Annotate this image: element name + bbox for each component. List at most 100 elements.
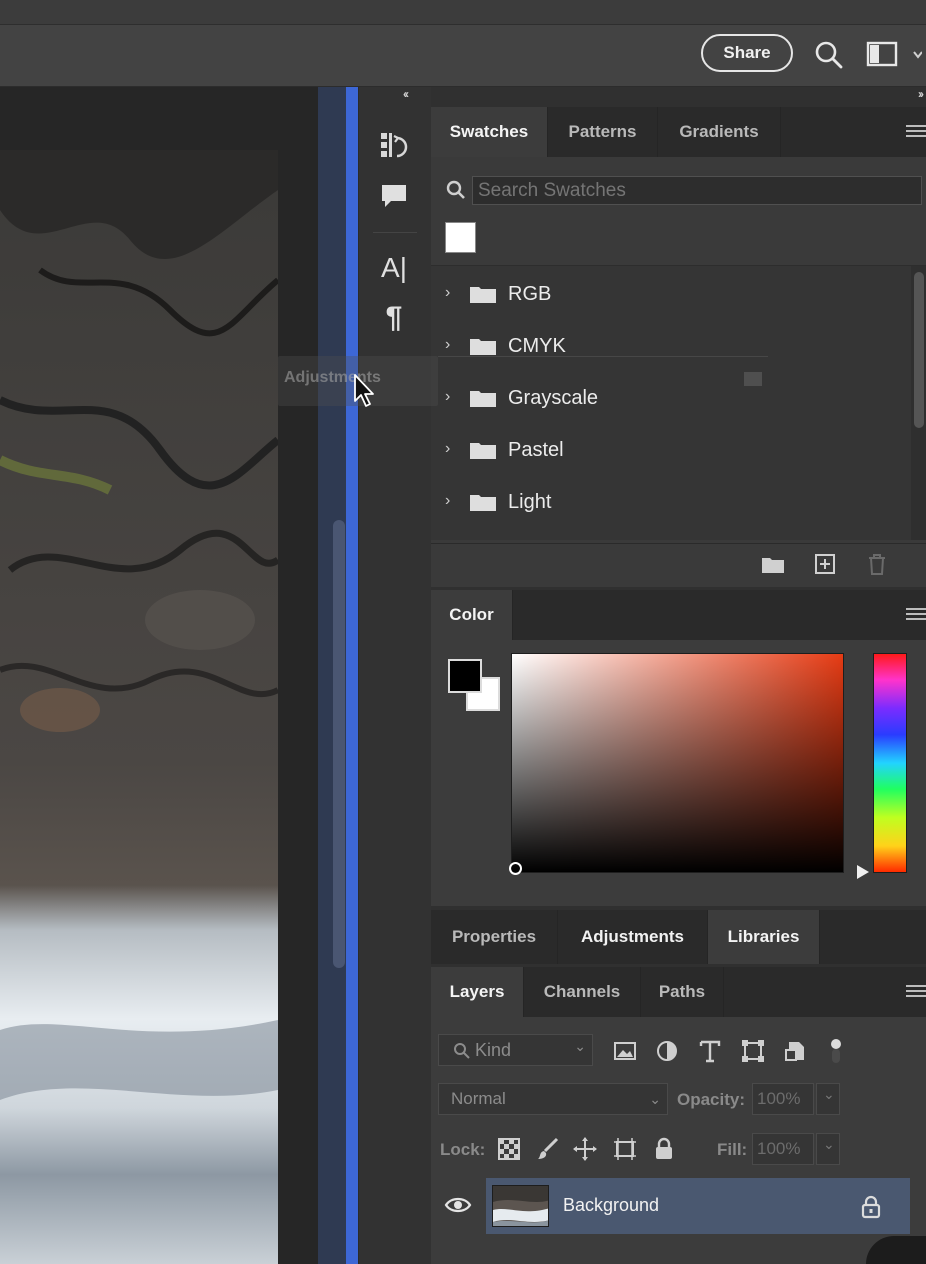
swatch-group-label: RGB	[508, 283, 552, 305]
folder-icon	[470, 495, 496, 511]
layer-lock-icon[interactable]	[860, 1195, 882, 1219]
swatch-group-label: Pastel	[508, 439, 564, 461]
color-panel-menu-icon[interactable]	[906, 608, 926, 622]
dock-separator	[373, 232, 417, 233]
expand-panels-arrows[interactable]: ››	[918, 87, 924, 101]
swatch-group-grayscale[interactable]: › Grayscale	[431, 373, 911, 423]
tab-color[interactable]: Color	[431, 590, 513, 640]
tab-adjustments[interactable]: Adjustments	[558, 910, 708, 964]
lock-artboard-icon[interactable]	[612, 1136, 638, 1162]
paragraph-icon[interactable]: ¶	[377, 301, 411, 335]
history-icon[interactable]	[377, 129, 411, 163]
swatches-panel-menu-icon[interactable]	[906, 125, 926, 139]
type-layer-filter-icon[interactable]	[697, 1038, 723, 1064]
document-image	[0, 150, 278, 1264]
saturation-brightness-field[interactable]	[511, 653, 844, 873]
properties-tab-bar: Properties Adjustments Libraries	[431, 910, 926, 964]
swatches-footer	[431, 543, 926, 587]
tab-swatches[interactable]: Swatches	[431, 107, 548, 157]
filter-toggle-icon[interactable]	[823, 1038, 849, 1064]
swatches-tab-bar: Swatches Patterns Gradients	[431, 107, 926, 157]
swatch-group-rgb[interactable]: › RGB	[431, 269, 911, 319]
chevron-right-icon[interactable]: ›	[445, 388, 450, 406]
share-button[interactable]: Share	[701, 34, 793, 72]
opacity-input[interactable]: 100%	[752, 1083, 814, 1115]
tab-libraries[interactable]: Libraries	[708, 910, 820, 964]
tab-layers[interactable]: Layers	[431, 967, 524, 1017]
chevron-right-icon[interactable]: ›	[445, 284, 450, 302]
workspace-layout-icon[interactable]	[862, 38, 923, 72]
swatch-group-cmyk[interactable]: › CMYK	[431, 321, 911, 371]
fill-input[interactable]: 100%	[752, 1133, 814, 1165]
tab-paths[interactable]: Paths	[641, 967, 724, 1017]
new-group-folder-icon[interactable]	[760, 551, 786, 577]
swatch-group-light[interactable]: › Light	[431, 477, 911, 527]
collapse-dock-arrows[interactable]: ‹‹	[403, 87, 409, 101]
chevron-right-icon[interactable]: ›	[445, 440, 450, 458]
tab-channels[interactable]: Channels	[524, 967, 641, 1017]
blend-mode-select[interactable]: Normal ⌄	[438, 1083, 668, 1115]
layer-name[interactable]: Background	[563, 1195, 659, 1216]
canvas-vertical-scrollbar[interactable]	[333, 520, 345, 968]
search-icon	[445, 179, 467, 201]
layers-panel-menu-icon[interactable]	[906, 985, 926, 999]
hue-slider-handle[interactable]	[857, 865, 869, 879]
swatch-group-list: › RGB › CMYK › Grayscale › Pastel › Ligh…	[431, 266, 911, 540]
swatch-group-pastel[interactable]: › Pastel	[431, 425, 911, 475]
folder-icon	[470, 443, 496, 459]
adjustment-layer-filter-icon[interactable]	[654, 1038, 680, 1064]
fill-dropdown[interactable]: ⌄	[816, 1133, 840, 1165]
lock-all-icon[interactable]	[651, 1136, 677, 1162]
swatch-group-label: Light	[508, 491, 552, 513]
character-icon[interactable]: A|	[377, 251, 411, 285]
title-strip	[0, 0, 926, 25]
new-swatch-icon[interactable]	[812, 551, 838, 577]
chevron-down-icon: ⌄	[574, 1038, 586, 1054]
tab-gradients[interactable]: Gradients	[658, 107, 781, 157]
mouse-pointer-icon	[354, 374, 374, 407]
hue-slider[interactable]	[873, 653, 907, 873]
chevron-right-icon[interactable]: ›	[445, 492, 450, 510]
chevron-down-icon: ⌄	[649, 1091, 661, 1107]
pixel-layer-filter-icon[interactable]	[612, 1038, 638, 1064]
tab-patterns[interactable]: Patterns	[548, 107, 658, 157]
collapsed-panel-dock: ‹‹ A| ¶	[358, 87, 432, 1264]
folder-icon	[470, 339, 496, 355]
tab-properties[interactable]: Properties	[431, 910, 558, 964]
shape-layer-filter-icon[interactable]	[740, 1038, 766, 1064]
smart-object-filter-icon[interactable]	[783, 1038, 809, 1064]
layer-thumbnail	[492, 1185, 549, 1227]
search-icon[interactable]	[812, 38, 846, 72]
dragged-panel-ghost-menu-icon	[744, 372, 762, 386]
recent-color-swatch[interactable]	[445, 222, 476, 253]
opacity-label: Opacity:	[677, 1090, 746, 1109]
chevron-down-icon: ⌄	[823, 1136, 835, 1152]
swatches-search-input[interactable]	[472, 176, 922, 205]
kind-filter-label: Kind	[475, 1040, 512, 1060]
layers-tab-bar: Layers Channels Paths	[431, 967, 926, 1017]
layer-row-background[interactable]	[486, 1178, 910, 1234]
swatch-group-label: CMYK	[508, 335, 566, 357]
lock-position-move-icon[interactable]	[572, 1136, 598, 1162]
color-picker-handle[interactable]	[509, 862, 522, 875]
color-tab-bar: Color	[431, 590, 926, 640]
lock-transparent-pixels-icon[interactable]	[496, 1136, 522, 1162]
opacity-dropdown[interactable]: ⌄	[816, 1083, 840, 1115]
trash-icon[interactable]	[864, 551, 890, 577]
lock-label: Lock:	[440, 1140, 486, 1159]
eye-visibility-icon[interactable]	[444, 1194, 472, 1216]
dragged-panel-ghost-border	[438, 356, 768, 357]
fill-label: Fill:	[717, 1140, 748, 1159]
layer-kind-filter[interactable]: Kind ⌄	[438, 1034, 593, 1066]
chevron-down-icon: ⌄	[823, 1086, 835, 1102]
search-icon	[454, 1043, 470, 1059]
folder-icon	[470, 287, 496, 303]
chevron-right-icon[interactable]: ›	[445, 336, 450, 354]
lock-image-pixels-brush-icon[interactable]	[535, 1136, 561, 1162]
foreground-color-swatch[interactable]	[448, 659, 482, 693]
swatch-group-label: Grayscale	[508, 387, 599, 409]
swatches-scrollbar[interactable]	[914, 272, 924, 428]
folder-icon	[470, 391, 496, 407]
panel-drop-indicator	[346, 87, 358, 1264]
comments-icon[interactable]	[377, 179, 411, 213]
